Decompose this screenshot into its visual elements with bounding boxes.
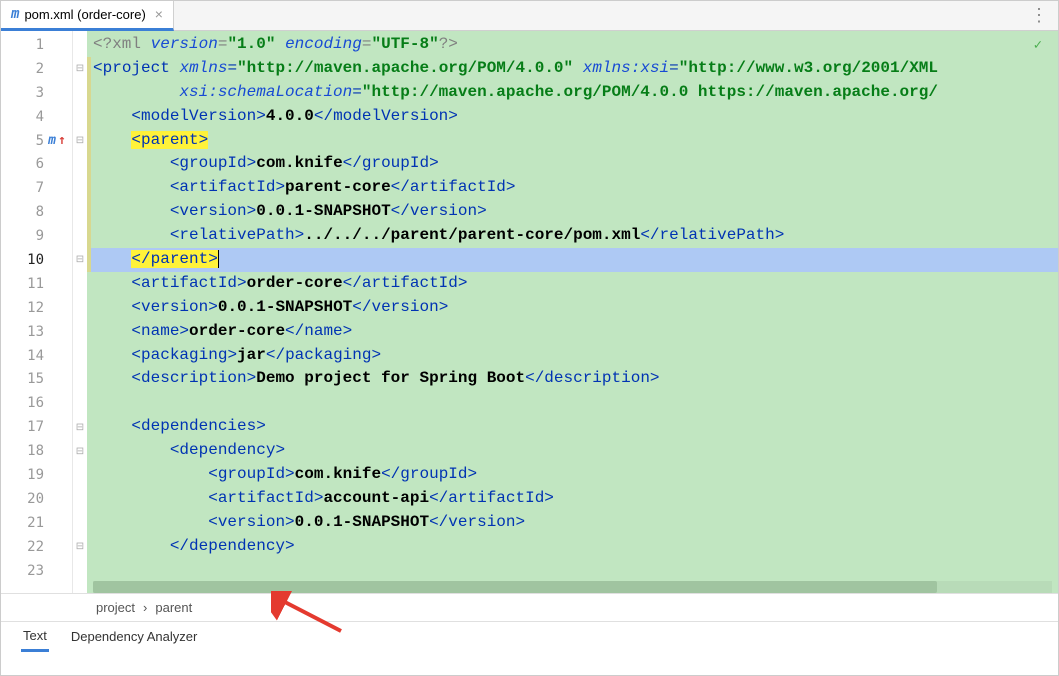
fold-toggle-icon[interactable]: ⊟ bbox=[73, 129, 87, 153]
maven-icon: m bbox=[11, 6, 19, 22]
line-number[interactable]: 3 bbox=[1, 81, 72, 105]
tab-label: pom.xml (order-core) bbox=[24, 7, 145, 22]
code-line[interactable]: </dependency> bbox=[87, 535, 1058, 559]
line-number[interactable]: 5m↑ bbox=[1, 129, 72, 153]
code-line[interactable]: <groupId>com.knife</groupId> bbox=[87, 463, 1058, 487]
line-number[interactable]: 22 bbox=[1, 535, 72, 559]
fold-toggle-icon[interactable]: ⊟ bbox=[73, 535, 87, 559]
line-number[interactable]: 16 bbox=[1, 391, 72, 415]
arrow-up-icon: ↑ bbox=[58, 133, 66, 148]
check-icon[interactable]: ✓ bbox=[1034, 37, 1042, 54]
bottom-tabs: Text Dependency Analyzer bbox=[1, 621, 1058, 651]
tab-text[interactable]: Text bbox=[21, 622, 49, 652]
editor-tab[interactable]: m pom.xml (order-core) × bbox=[1, 1, 174, 31]
code-line[interactable]: <packaging>jar</packaging> bbox=[87, 344, 1058, 368]
text-cursor bbox=[218, 250, 219, 268]
code-line[interactable]: <version>0.0.1-SNAPSHOT</version> bbox=[87, 511, 1058, 535]
code-line[interactable]: <artifactId>order-core</artifactId> bbox=[87, 272, 1058, 296]
tab-dependency-analyzer[interactable]: Dependency Analyzer bbox=[69, 623, 199, 650]
line-gutter[interactable]: 1 2 3 4 5m↑ 6 7 8 9 10 11 12 13 14 15 16… bbox=[1, 31, 73, 593]
code-line[interactable]: <artifactId>account-api</artifactId> bbox=[87, 487, 1058, 511]
more-menu-icon[interactable]: ⋮ bbox=[1030, 5, 1058, 26]
code-line[interactable]: <?xml version="1.0" encoding="UTF-8"?> bbox=[87, 33, 1058, 57]
tab-bar: m pom.xml (order-core) × ⋮ bbox=[1, 1, 1058, 31]
fold-gutter: ⊟ ⊟ ⊟ ⊟ ⊟ ⊟ bbox=[73, 31, 87, 593]
code-line[interactable]: <dependency> bbox=[87, 439, 1058, 463]
code-editor[interactable]: ✓ <?xml version="1.0" encoding="UTF-8"?>… bbox=[87, 31, 1058, 593]
line-number[interactable]: 4 bbox=[1, 105, 72, 129]
code-line[interactable]: <modelVersion>4.0.0</modelVersion> bbox=[87, 105, 1058, 129]
close-icon[interactable]: × bbox=[155, 6, 163, 22]
vcs-change-stripe[interactable] bbox=[87, 57, 91, 272]
line-number[interactable]: 21 bbox=[1, 511, 72, 535]
code-line[interactable]: <artifactId>parent-core</artifactId> bbox=[87, 176, 1058, 200]
line-number[interactable]: 19 bbox=[1, 463, 72, 487]
code-line[interactable]: <dependencies> bbox=[87, 415, 1058, 439]
line-number[interactable]: 8 bbox=[1, 200, 72, 224]
code-line[interactable]: <description>Demo project for Spring Boo… bbox=[87, 367, 1058, 391]
code-line[interactable]: xsi:schemaLocation="http://maven.apache.… bbox=[87, 81, 1058, 105]
editor-area: 1 2 3 4 5m↑ 6 7 8 9 10 11 12 13 14 15 16… bbox=[1, 31, 1058, 593]
line-number[interactable]: 11 bbox=[1, 272, 72, 296]
maven-marker-icon: m bbox=[48, 133, 56, 148]
line-number[interactable]: 10 bbox=[1, 248, 72, 272]
chevron-right-icon: › bbox=[143, 600, 147, 615]
line-number[interactable]: 6 bbox=[1, 152, 72, 176]
code-line[interactable] bbox=[87, 559, 1058, 583]
code-line[interactable]: <groupId>com.knife</groupId> bbox=[87, 152, 1058, 176]
line-number[interactable]: 15 bbox=[1, 367, 72, 391]
line-number[interactable]: 18 bbox=[1, 439, 72, 463]
code-line[interactable]: <name>order-core</name> bbox=[87, 320, 1058, 344]
line-number[interactable]: 7 bbox=[1, 176, 72, 200]
fold-toggle-icon[interactable]: ⊟ bbox=[73, 248, 87, 272]
line-number[interactable]: 23 bbox=[1, 559, 72, 583]
code-line[interactable]: <relativePath>../../../parent/parent-cor… bbox=[87, 224, 1058, 248]
breadcrumb-item[interactable]: project bbox=[96, 600, 135, 615]
horizontal-scrollbar[interactable] bbox=[93, 581, 1052, 593]
code-line[interactable]: <version>0.0.1-SNAPSHOT</version> bbox=[87, 200, 1058, 224]
breadcrumb-item[interactable]: parent bbox=[155, 600, 192, 615]
line-number[interactable]: 1 bbox=[1, 33, 72, 57]
line-number[interactable]: 17 bbox=[1, 415, 72, 439]
line-number[interactable]: 14 bbox=[1, 344, 72, 368]
breadcrumb: project › parent bbox=[1, 593, 1058, 621]
line-number[interactable]: 9 bbox=[1, 224, 72, 248]
fold-toggle-icon[interactable]: ⊟ bbox=[73, 415, 87, 439]
code-line[interactable]: <parent> bbox=[87, 129, 1058, 153]
code-line[interactable]: <project xmlns="http://maven.apache.org/… bbox=[87, 57, 1058, 81]
fold-toggle-icon[interactable]: ⊟ bbox=[73, 57, 87, 81]
line-number[interactable]: 13 bbox=[1, 320, 72, 344]
fold-toggle-icon[interactable]: ⊟ bbox=[73, 439, 87, 463]
scrollbar-thumb[interactable] bbox=[93, 581, 937, 593]
code-line[interactable]: <version>0.0.1-SNAPSHOT</version> bbox=[87, 296, 1058, 320]
line-number[interactable]: 2 bbox=[1, 57, 72, 81]
line-number[interactable]: 12 bbox=[1, 296, 72, 320]
code-line[interactable]: </parent> bbox=[87, 248, 1058, 272]
code-line[interactable] bbox=[87, 391, 1058, 415]
line-number[interactable]: 20 bbox=[1, 487, 72, 511]
